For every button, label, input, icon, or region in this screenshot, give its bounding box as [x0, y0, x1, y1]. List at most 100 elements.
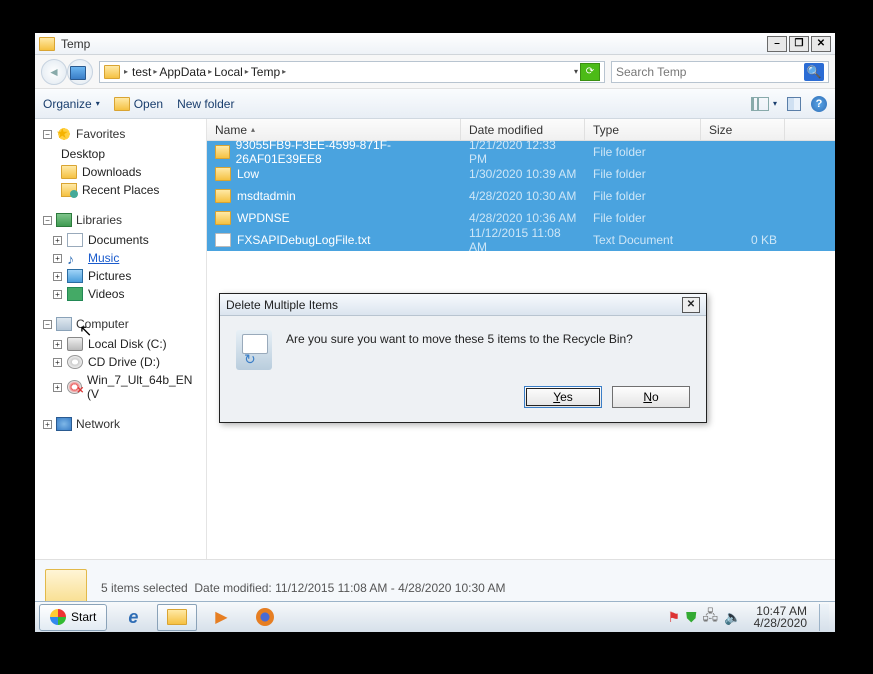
taskbar-ie[interactable]: e [113, 604, 153, 631]
column-date[interactable]: Date modified [461, 119, 585, 140]
taskbar-firefox[interactable] [245, 604, 285, 631]
expand-icon[interactable]: + [53, 272, 62, 281]
expand-icon[interactable]: + [53, 383, 62, 392]
taskbar: Start e ▶ ⚑ ⛊ 🖧 🔈 10:47 AM 4/28/2020 [35, 601, 835, 632]
tray-flag-icon[interactable]: ⚑ [667, 609, 680, 626]
downloads-icon [61, 165, 77, 179]
table-row[interactable]: 93055FB9-F3EE-4599-871F-26AF01E39EE8 1/21… [207, 141, 835, 163]
tray-shield-icon[interactable]: ⛊ [686, 609, 697, 626]
sidebar-item-desktop[interactable]: Desktop [43, 145, 202, 163]
dialog-title: Delete Multiple Items [226, 298, 338, 312]
dialog-titlebar[interactable]: Delete Multiple Items ✕ [220, 294, 706, 316]
computer-icon [56, 317, 72, 331]
expand-icon[interactable]: + [53, 340, 62, 349]
file-name: Low [237, 167, 259, 181]
chevron-right-icon[interactable]: ▸ [153, 67, 157, 76]
search-placeholder: Search Temp [616, 65, 686, 79]
organize-button[interactable]: Organize▾ [43, 97, 100, 111]
libraries-icon [56, 213, 72, 227]
minimize-button[interactable]: – [767, 36, 787, 52]
address-bar[interactable]: ▸ test▸ AppData▸ Local▸ Temp▸ ▾ ⟳ [99, 61, 605, 83]
file-date: 1/30/2020 10:39 AM [461, 167, 585, 181]
expand-icon[interactable]: + [53, 254, 62, 263]
breadcrumb: Local▸ [214, 65, 249, 79]
view-button[interactable]: ▾ [751, 97, 777, 111]
column-name[interactable]: Name▴ [207, 119, 461, 140]
file-name: msdtadmin [237, 189, 296, 203]
dialog-close-button[interactable]: ✕ [682, 297, 700, 313]
expand-icon[interactable]: + [43, 420, 52, 429]
no-button[interactable]: No [612, 386, 690, 408]
file-name: 93055FB9-F3EE-4599-871F-26AF01E39EE8 [236, 138, 453, 166]
expand-icon[interactable]: + [53, 290, 62, 299]
file-type: Text Document [585, 233, 701, 247]
sidebar-item-local-disk[interactable]: +Local Disk (C:) [43, 335, 202, 353]
expand-icon[interactable]: + [53, 236, 62, 245]
windows-icon [50, 609, 66, 625]
favorites-header[interactable]: −Favorites [43, 127, 202, 141]
search-icon[interactable]: 🔍 [804, 63, 824, 81]
close-button[interactable]: ✕ [811, 36, 831, 52]
recycle-bin-icon [236, 330, 272, 370]
new-folder-button[interactable]: New folder [177, 97, 234, 111]
chevron-down-icon[interactable]: ▾ [574, 67, 578, 76]
file-size: 0 KB [701, 233, 785, 247]
tray-volume-icon[interactable]: 🔈 [724, 609, 741, 626]
status-meta-value: 11/12/2015 11:08 AM - 4/28/2020 10:30 AM [275, 581, 505, 595]
folder-icon [215, 189, 231, 203]
folder-icon [39, 37, 55, 51]
toolbar: Organize▾ Open New folder ▾ ? [35, 89, 835, 119]
collapse-icon[interactable]: − [43, 216, 52, 225]
preview-pane-button[interactable] [787, 97, 801, 111]
folder-open-icon [114, 97, 130, 111]
show-desktop-button[interactable] [819, 604, 829, 631]
nav-row: ◄ ► ▸ test▸ AppData▸ Local▸ Temp▸ ▾ ⟳ Se… [35, 55, 835, 89]
folder-icon [215, 211, 231, 225]
table-row[interactable]: FXSAPIDebugLogFile.txt11/12/2015 11:08 A… [207, 229, 835, 251]
sidebar-item-downloads[interactable]: Downloads [43, 163, 202, 181]
sidebar-item-music[interactable]: +Music [43, 249, 202, 267]
chevron-right-icon[interactable]: ▸ [282, 67, 286, 76]
taskbar-wmp[interactable]: ▶ [201, 604, 241, 631]
file-date: 1/21/2020 12:33 PM [461, 138, 585, 166]
file-type: File folder [585, 189, 701, 203]
sidebar-item-documents[interactable]: +Documents [43, 231, 202, 249]
sidebar-item-dvd-drive[interactable]: +Win_7_Ult_64b_EN (V [43, 371, 202, 403]
chevron-right-icon[interactable]: ▸ [208, 67, 212, 76]
collapse-icon[interactable]: − [43, 130, 52, 139]
open-button[interactable]: Open [114, 97, 163, 111]
sidebar-item-pictures[interactable]: +Pictures [43, 267, 202, 285]
table-row[interactable]: Low1/30/2020 10:39 AMFile folder [207, 163, 835, 185]
start-button[interactable]: Start [39, 604, 107, 631]
navigation-pane: −Favorites Desktop Downloads Recent Plac… [35, 119, 207, 559]
folder-icon [104, 65, 120, 79]
tray-network-icon[interactable]: 🖧 [703, 605, 719, 629]
refresh-button[interactable]: ⟳ [580, 63, 600, 81]
table-row[interactable]: msdtadmin4/28/2020 10:30 AMFile folder [207, 185, 835, 207]
expand-icon[interactable]: + [53, 358, 62, 367]
taskbar-explorer[interactable] [157, 604, 197, 631]
help-icon[interactable]: ? [811, 96, 827, 112]
file-type: File folder [585, 145, 701, 159]
chevron-right-icon[interactable]: ▸ [124, 67, 128, 76]
back-button[interactable]: ◄ [41, 59, 67, 85]
sidebar-item-recent[interactable]: Recent Places [43, 181, 202, 199]
status-meta-label: Date modified: [194, 581, 271, 595]
file-date: 11/12/2015 11:08 AM [461, 226, 585, 254]
sort-asc-icon: ▴ [251, 125, 255, 134]
search-input[interactable]: Search Temp 🔍 [611, 61, 829, 83]
chevron-right-icon[interactable]: ▸ [245, 67, 249, 76]
column-size[interactable]: Size [701, 119, 785, 140]
collapse-icon[interactable]: − [43, 320, 52, 329]
yes-button[interactable]: Yes [524, 386, 602, 408]
sidebar-item-videos[interactable]: +Videos [43, 285, 202, 303]
folder-icon [167, 609, 187, 625]
sidebar-item-cd-drive[interactable]: +CD Drive (D:) [43, 353, 202, 371]
network-header[interactable]: +Network [43, 417, 202, 431]
maximize-button[interactable]: ❐ [789, 36, 809, 52]
file-date: 4/28/2020 10:36 AM [461, 211, 585, 225]
libraries-header[interactable]: −Libraries [43, 213, 202, 227]
taskbar-clock[interactable]: 10:47 AM 4/28/2020 [748, 605, 813, 629]
computer-header[interactable]: −Computer [43, 317, 202, 331]
column-type[interactable]: Type [585, 119, 701, 140]
